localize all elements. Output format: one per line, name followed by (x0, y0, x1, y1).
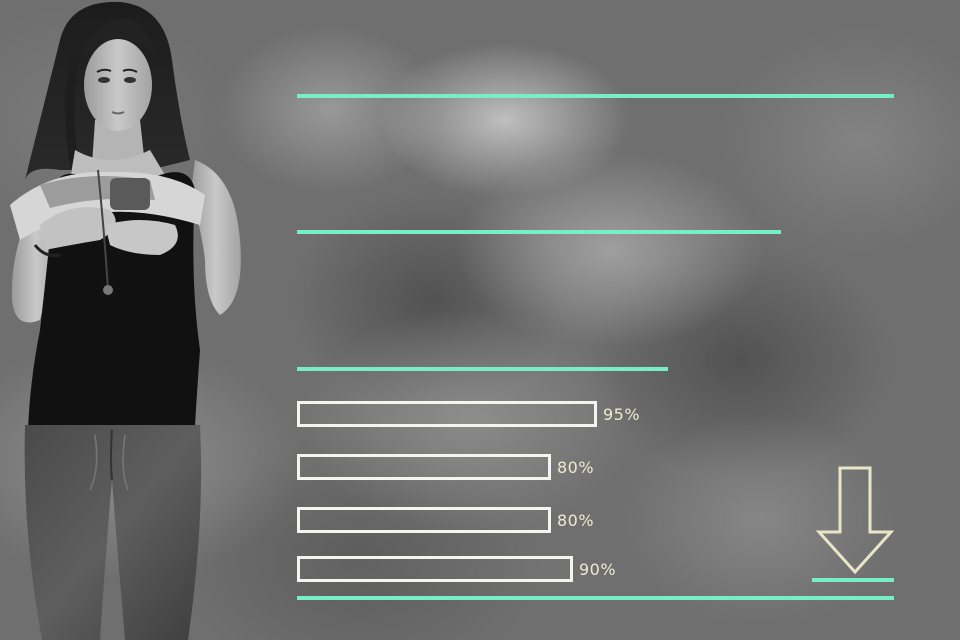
skill-bar-row-1: 95% (297, 401, 640, 427)
skill-bar-1-label: 95% (603, 404, 641, 424)
page-canvas: 95% 80% 80% 90% (0, 0, 960, 640)
heading-line-2 (297, 230, 781, 234)
skill-bar-row-3: 80% (297, 507, 594, 533)
heading-line-3 (297, 367, 668, 371)
skill-bar-4-label: 90% (579, 559, 617, 579)
skill-bar-3 (297, 507, 551, 533)
skill-bar-2-label: 80% (557, 457, 595, 477)
person-photo (10, 1, 241, 640)
skill-bar-4 (297, 556, 573, 582)
skill-bar-row-4: 90% (297, 556, 616, 582)
skill-bar-1 (297, 401, 597, 427)
arrow-underline (812, 578, 894, 582)
skill-bar-row-2: 80% (297, 454, 594, 480)
arrow-down-icon[interactable] (816, 466, 894, 576)
footer-line (297, 596, 894, 600)
heading-line-1 (297, 94, 894, 98)
skill-bar-3-label: 80% (557, 510, 595, 530)
skill-bar-2 (297, 454, 551, 480)
